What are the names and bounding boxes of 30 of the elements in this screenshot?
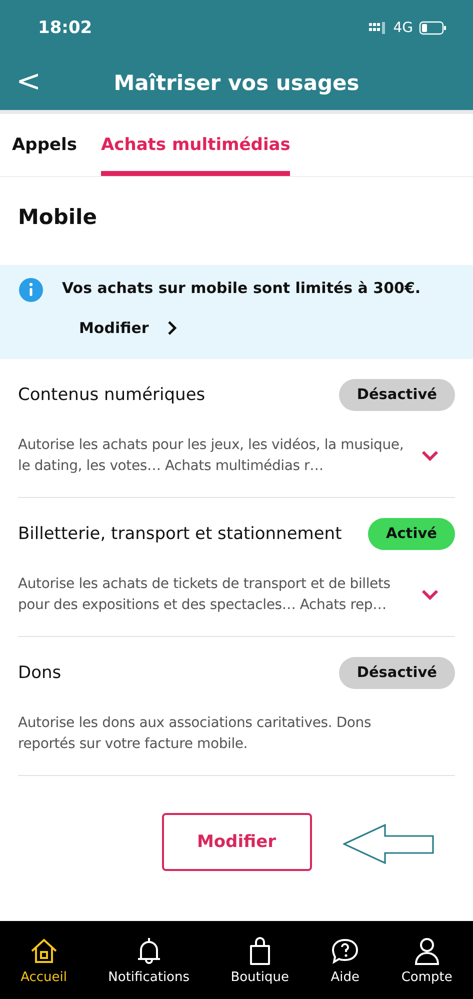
- nav-tab[interactable]: Boutique: [228, 936, 291, 984]
- screen-title: Maîtriser vos usages: [114, 70, 360, 94]
- signal-icon: [369, 22, 388, 34]
- tab[interactable]: Appels: [12, 114, 77, 176]
- option-description: Autorise les achats pour les jeux, les vidéos, la musique, le dating, les votes… Achats multimédias r…: [18, 436, 405, 476]
- modify-link[interactable]: Modifier: [79, 319, 177, 337]
- option-description: Autorise les achats de tickets de transport et de billets pour des expositions et des spectacles… Achats rep…: [18, 575, 392, 615]
- option-title: Dons: [18, 663, 62, 683]
- status-time: 18:02: [38, 18, 92, 38]
- chevron-down-icon[interactable]: [421, 589, 439, 601]
- status-badge[interactable]: Activé: [368, 518, 455, 550]
- option-description: Autorise les dons aux associations caritatives. Dons reportés sur votre facture mobile.: [18, 714, 372, 754]
- nav-tab[interactable]: Aide: [328, 936, 362, 984]
- info-message: Vos achats sur mobile sont limités à 300€.: [62, 278, 421, 297]
- option-title: Billetterie, transport et stationnement: [18, 524, 342, 544]
- chevron-down-icon[interactable]: [421, 450, 439, 462]
- option-title: Contenus numériques: [18, 385, 206, 405]
- network-label: 4G: [393, 20, 413, 36]
- back-button[interactable]: <: [12, 65, 46, 99]
- nav-tab[interactable]: Accueil: [18, 936, 69, 984]
- nav-tab[interactable]: Compte: [399, 936, 454, 984]
- info-icon: [18, 277, 44, 303]
- section-title: Mobile: [18, 205, 97, 229]
- tab[interactable]: Achats multimédias: [100, 114, 290, 176]
- nav-tab[interactable]: Notifications: [106, 936, 192, 984]
- modify-button[interactable]: Modifier: [162, 813, 312, 871]
- status-badge[interactable]: Désactivé: [338, 379, 455, 411]
- chevron-right-icon: [166, 321, 177, 335]
- status-badge[interactable]: Désactivé: [338, 657, 455, 689]
- battery-icon: [419, 20, 447, 34]
